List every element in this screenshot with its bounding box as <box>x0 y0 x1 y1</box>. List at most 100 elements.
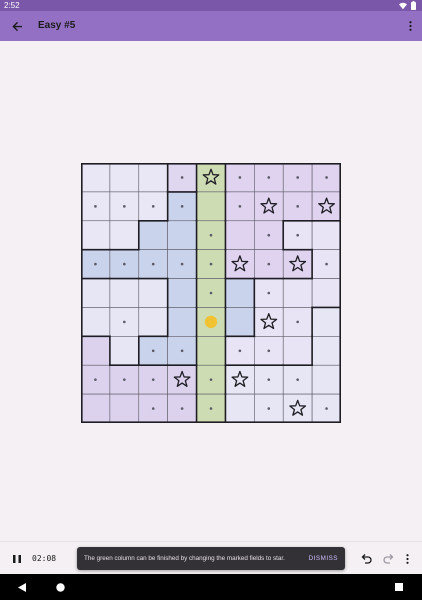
cell-r6c4[interactable] <box>167 307 197 337</box>
marked-dot <box>151 262 155 266</box>
cell-r5c4[interactable] <box>167 278 197 308</box>
cell-r5c6[interactable] <box>225 278 255 308</box>
undo-icon[interactable] <box>359 552 373 566</box>
cell-r6c1[interactable] <box>81 307 111 337</box>
marked-dot <box>209 378 213 381</box>
back-triangle-icon <box>18 582 26 592</box>
cell-r9c1[interactable] <box>81 393 111 423</box>
cell-r7c9[interactable] <box>311 336 341 366</box>
marked-dot <box>209 407 213 410</box>
marked-dot <box>151 349 155 353</box>
cell-r1c2[interactable] <box>109 163 140 193</box>
cell-r2c9[interactable] <box>311 191 341 222</box>
marked-dot <box>123 262 126 266</box>
cell-r3c3[interactable] <box>138 220 168 250</box>
marked-dot <box>267 378 271 381</box>
cell-r6c7[interactable] <box>254 307 284 337</box>
cell-r4c8[interactable] <box>282 249 313 279</box>
marked-dot <box>267 349 271 353</box>
marked-dot <box>296 205 299 208</box>
marked-dot <box>267 291 271 295</box>
arrow-back-icon <box>11 21 22 31</box>
cell-r5c8[interactable] <box>282 278 313 308</box>
battery-icon <box>411 1 416 10</box>
cell-r5c9[interactable] <box>311 278 341 308</box>
marked-dot <box>209 262 213 266</box>
cell-r9c2[interactable] <box>109 393 140 423</box>
cell-r5c1[interactable] <box>81 278 111 308</box>
cell-r8c4[interactable] <box>167 364 197 395</box>
cell-r3c4[interactable] <box>167 220 197 250</box>
marked-dot <box>238 205 242 208</box>
cell-r3c2[interactable] <box>109 220 140 250</box>
cell-r8c6[interactable] <box>225 364 255 395</box>
marked-dot <box>325 176 328 179</box>
marked-dot <box>94 205 97 208</box>
marked-dot <box>238 349 242 353</box>
cell-r7c1[interactable] <box>81 336 111 366</box>
hint-snackbar: The green column can be finished by chan… <box>77 547 345 570</box>
more-vert-icon <box>405 554 409 564</box>
wifi-icon <box>399 2 407 9</box>
cell-r9c6[interactable] <box>225 393 255 423</box>
nav-back-button[interactable] <box>9 574 35 600</box>
cell-r3c9[interactable] <box>311 220 341 250</box>
cell-r1c5[interactable] <box>196 163 226 193</box>
puzzle-title: Easy #5 <box>38 20 76 31</box>
app-bar: Easy #5 <box>0 11 422 41</box>
puzzle-board <box>81 163 341 423</box>
marked-dot <box>296 320 299 324</box>
cell-r1c3[interactable] <box>138 163 168 193</box>
home-circle-icon <box>55 582 65 592</box>
marked-dot <box>94 262 97 266</box>
status-bar: 2:52 <box>0 0 422 11</box>
marked-dot <box>123 320 126 324</box>
marked-dot <box>209 233 213 237</box>
cell-r6c9[interactable] <box>311 307 341 337</box>
cell-r7c2[interactable] <box>109 336 140 366</box>
marked-dot <box>151 378 155 381</box>
cell-r2c7[interactable] <box>254 191 284 222</box>
marked-dot <box>180 407 184 410</box>
cell-r7c8[interactable] <box>282 336 313 366</box>
back-button[interactable] <box>8 17 26 35</box>
marked-dot <box>267 407 271 410</box>
marked-dot <box>180 205 184 208</box>
cell-r6c3[interactable] <box>138 307 168 337</box>
cell-r8c9[interactable] <box>311 364 341 395</box>
snackbar-message: The green column can be finished by chan… <box>84 555 285 562</box>
marked-dot <box>123 205 126 208</box>
cell-r9c8[interactable] <box>282 393 313 423</box>
dismiss-button[interactable]: DISMISS <box>309 547 338 570</box>
nav-recents-button[interactable] <box>386 574 412 600</box>
bottom-more-button[interactable] <box>401 552 413 566</box>
cell-r2c5[interactable] <box>196 191 226 222</box>
marked-dot <box>123 378 126 381</box>
marked-dot <box>267 262 271 266</box>
overflow-menu-button[interactable] <box>404 17 416 35</box>
marked-dot <box>296 378 299 381</box>
pause-icon[interactable] <box>10 552 24 566</box>
cell-r3c6[interactable] <box>225 220 255 250</box>
cell-r1c1[interactable] <box>81 163 111 193</box>
cell-r5c3[interactable] <box>138 278 168 308</box>
marked-dot <box>267 233 271 237</box>
marked-dot <box>94 378 97 381</box>
marked-dot <box>151 205 155 208</box>
cell-r6c6[interactable] <box>225 307 255 337</box>
cell-r7c5[interactable] <box>196 336 226 366</box>
system-nav-bar <box>0 574 422 600</box>
marked-dot <box>325 262 328 266</box>
cell-r3c1[interactable] <box>81 220 111 250</box>
marked-dot <box>180 262 184 266</box>
marked-dot <box>325 407 328 410</box>
cell-r5c2[interactable] <box>109 278 140 308</box>
nav-home-button[interactable] <box>47 574 73 600</box>
more-vert-icon <box>408 21 412 31</box>
marked-dot <box>209 291 213 295</box>
timer: 02:08 <box>32 554 57 563</box>
status-time: 2:52 <box>4 1 20 10</box>
marked-dot <box>180 349 184 353</box>
cell-r4c6[interactable] <box>225 249 255 279</box>
redo-icon[interactable] <box>382 552 396 566</box>
